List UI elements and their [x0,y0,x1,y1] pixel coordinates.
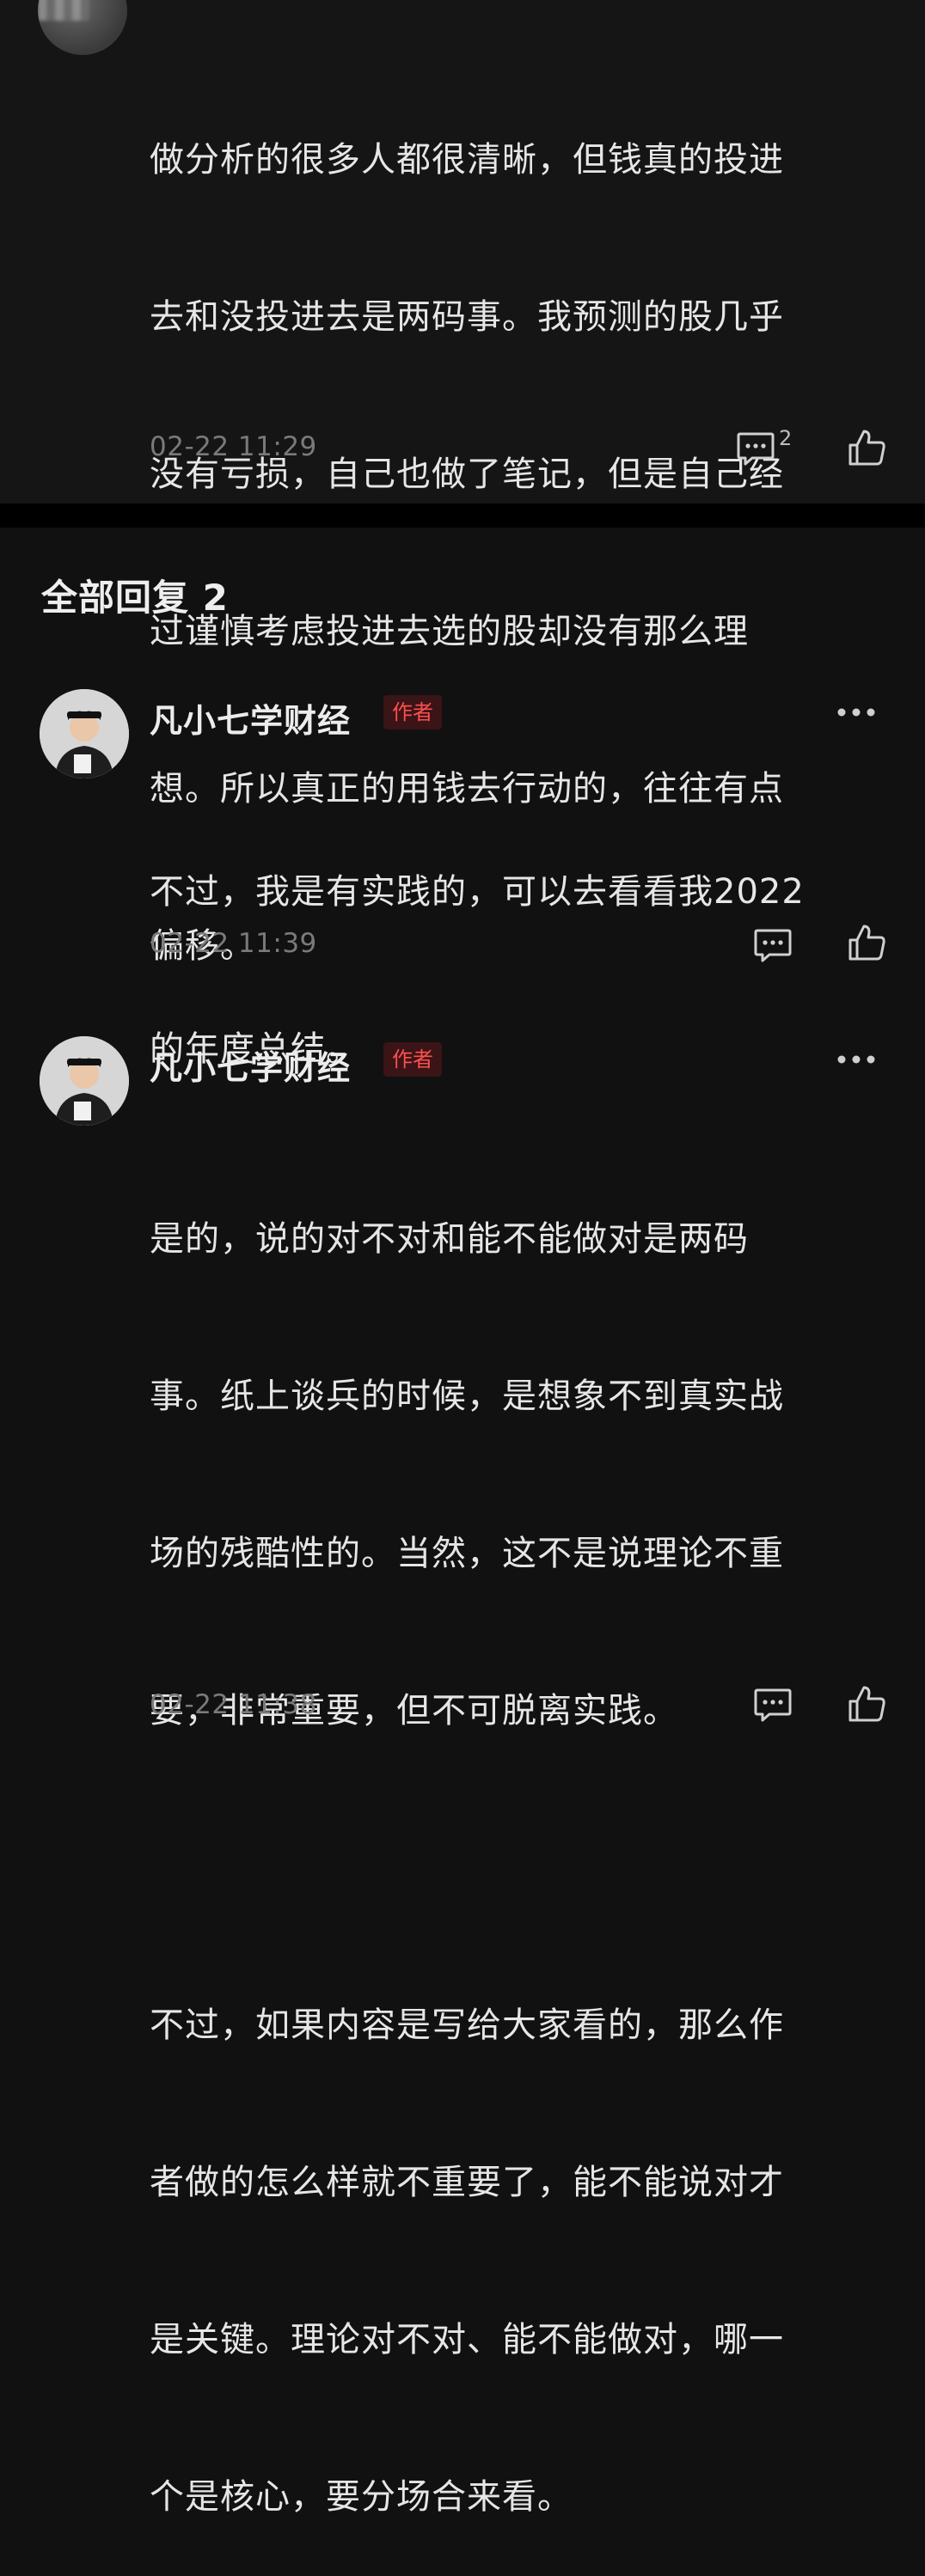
comment-line: 做分析的很多人都很清晰，但钱真的投进 [150,140,784,180]
reply-line: 不过，我是有实践的，可以去看看我2022 [150,872,805,912]
section-divider [0,504,925,528]
comment-timestamp: 02-22 11:29 [150,431,317,462]
reply-line: 者做的怎么样就不重要了，能不能说对才 [150,2163,784,2202]
reply-line: 场的残酷性的。当然，这不是说理论不重 [150,1534,784,1573]
reply-line: 事。纸上谈兵的时候，是想象不到真实战 [150,1377,784,1416]
author-avatar[interactable] [40,689,129,778]
comment-icon[interactable] [736,431,775,466]
reply-text: 是的，说的对不对和能不能做对是两码 事。纸上谈兵的时候，是想象不到真实战 场的残… [150,1108,889,2576]
more-options-icon[interactable] [836,1053,877,1065]
reply-line: 个是核心，要分场合来看。 [150,2477,573,2517]
top-comment-card: 做分析的很多人都很清晰，但钱真的投进 去和没投进去是两码事。我预测的股几乎 没有… [0,0,925,966]
comment-line: 去和没投进去是两码事。我预测的股几乎 [150,297,784,337]
reply-line: 是关键。理论对不对、能不能做对，哪一 [150,2320,784,2359]
reply-count: 2 [779,426,793,450]
thumbs-up-icon[interactable] [848,1684,887,1724]
comment-icon[interactable] [753,1688,793,1722]
reply-timestamp: 02-22 11:39 [150,928,317,959]
author-avatar-image [40,689,129,778]
reply-line: 不过，如果内容是写给大家看的，那么作 [150,2005,784,2045]
reply-username[interactable]: 凡小七学财经 [150,1041,351,1089]
thumbs-up-icon[interactable] [848,428,887,467]
more-options-icon[interactable] [836,706,877,718]
thumbs-up-icon[interactable] [848,923,887,962]
avatar-blur-mask [38,0,89,21]
replies-section-title: 全部回复 2 [41,577,229,619]
commenter-avatar[interactable] [38,0,127,55]
author-avatar-image [40,1036,129,1126]
reply-timestamp: 02-22 11:38 [150,1689,317,1720]
author-avatar[interactable] [40,1036,129,1126]
author-badge: 作者 [383,695,442,729]
comment-icon[interactable] [753,928,793,962]
reply-username[interactable]: 凡小七学财经 [150,694,351,742]
comment-line: 过谨慎考虑投进去选的股却没有那么理 [150,612,749,651]
author-badge: 作者 [383,1042,442,1077]
reply-line: 是的，说的对不对和能不能做对是两码 [150,1219,749,1259]
reply-line [150,1842,889,1895]
